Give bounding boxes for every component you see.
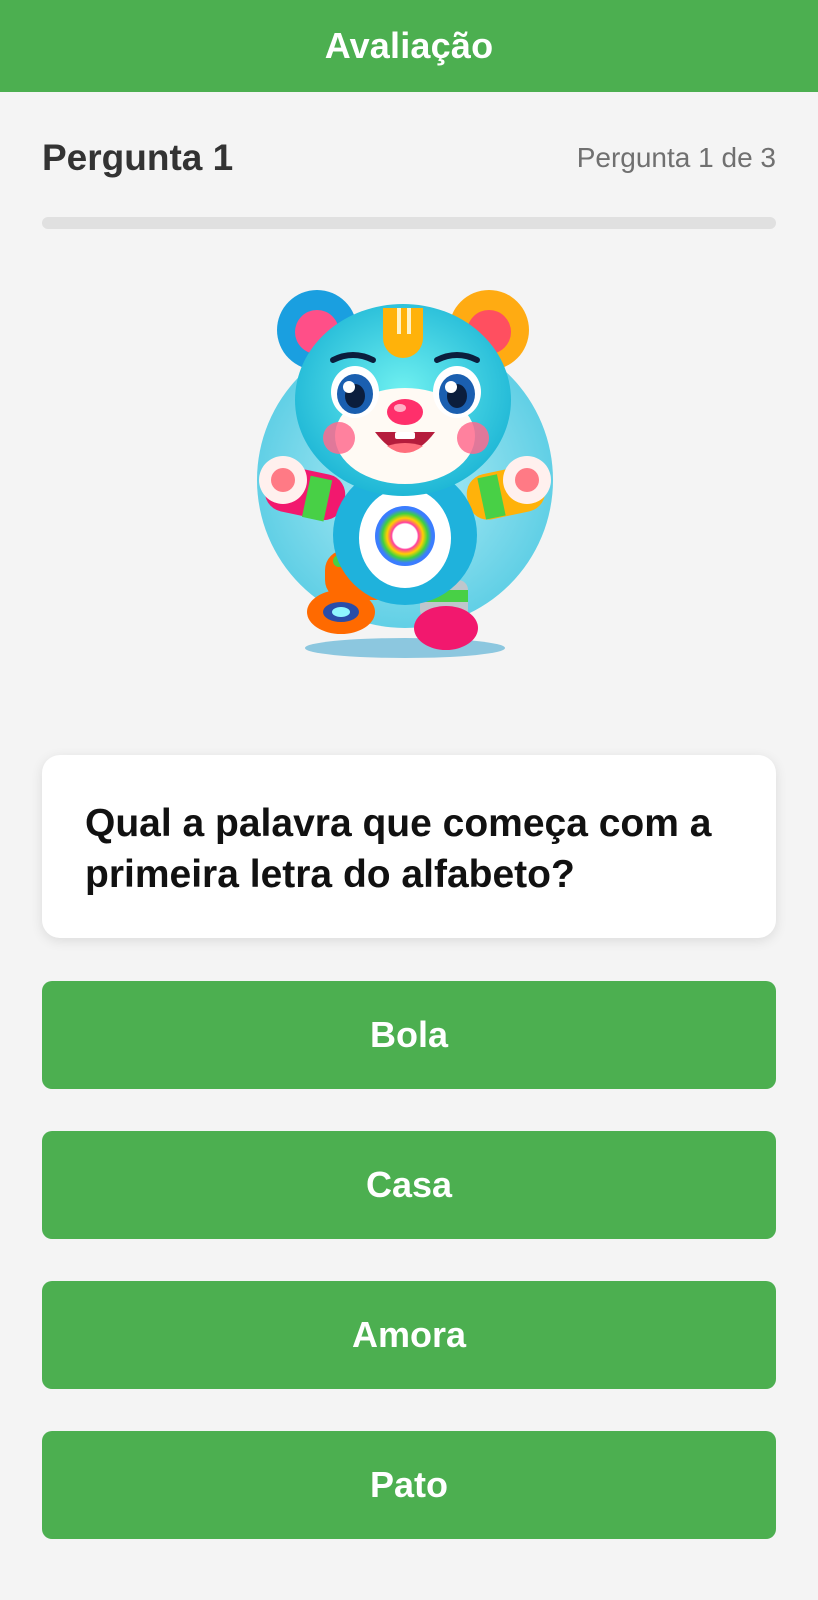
app-bar: Avaliação (0, 0, 818, 92)
bear-mascot-icon (255, 290, 565, 675)
question-text: Qual a palavra que começa com a primeira… (85, 802, 712, 896)
question-title: Pergunta 1 (42, 137, 234, 178)
answer-label: Pato (369, 1464, 448, 1505)
answer-button-bola[interactable]: Bola (42, 981, 776, 1089)
app-title: Avaliação (324, 25, 494, 66)
answer-button-amora[interactable]: Amora (42, 1281, 776, 1389)
answer-label: Bola (369, 1014, 448, 1055)
question-counter: Pergunta 1 de 3 (576, 142, 776, 173)
answer-button-pato[interactable]: Pato (42, 1431, 776, 1539)
question-card: Qual a palavra que começa com a primeira… (42, 755, 776, 938)
answer-label: Casa (365, 1164, 453, 1205)
progress-bar (42, 217, 776, 229)
answer-label: Amora (351, 1314, 467, 1355)
question-header: Pergunta 1 Pergunta 1 de 3 (42, 130, 776, 186)
answer-button-casa[interactable]: Casa (42, 1131, 776, 1239)
quiz-screen: Avaliação Pergunta 1 Pergunta 1 de 3 Qua… (0, 0, 818, 1600)
